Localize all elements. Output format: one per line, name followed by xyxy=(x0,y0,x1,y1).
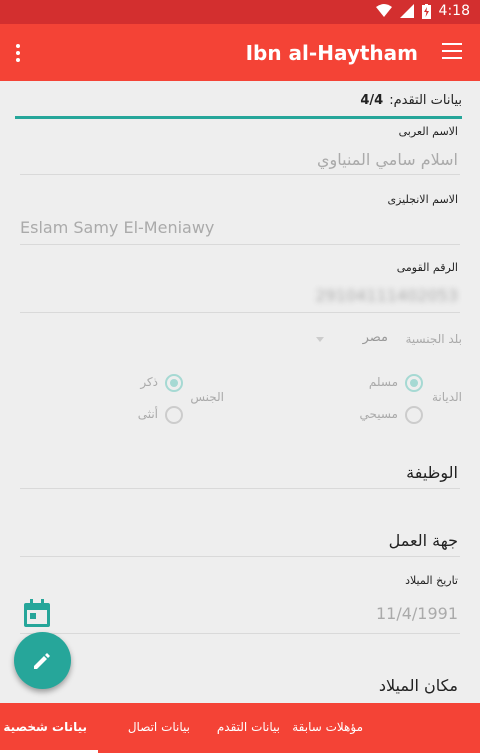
battery-charging-icon xyxy=(421,3,431,19)
english-name-field[interactable]: Eslam Samy El-Meniawy xyxy=(20,218,214,237)
progress-value: 4/4 xyxy=(360,93,384,108)
english-name-label: الاسم الانجليزى xyxy=(387,193,459,206)
national-id-label: الرقم القومى xyxy=(396,261,458,274)
religion-label: الديانة xyxy=(431,390,462,404)
app-title: Ibn al-Haytham xyxy=(245,41,418,65)
gender-radio-male[interactable] xyxy=(165,374,183,392)
tab-contact-data[interactable]: بيانات اتصال xyxy=(128,720,190,734)
progress-divider xyxy=(15,116,462,119)
job-underline xyxy=(20,488,460,489)
job-field[interactable]: الوظيفة xyxy=(406,463,458,482)
hamburger-menu-icon[interactable] xyxy=(442,43,462,61)
edit-fab-button[interactable] xyxy=(14,632,71,689)
employer-underline xyxy=(20,556,460,557)
birthdate-field[interactable]: 11/4/1991 xyxy=(376,604,458,623)
religion-radio-muslim[interactable] xyxy=(405,374,423,392)
arabic-name-field[interactable]: اسلام سامي المنياوي xyxy=(317,150,458,169)
religion-radio-christian[interactable] xyxy=(405,406,423,424)
status-time: 4:18 xyxy=(438,3,470,19)
employer-field[interactable]: جهة العمل xyxy=(389,531,458,550)
arabic-name-label: الاسم العربى xyxy=(398,125,458,138)
gender-option-male: ذكر xyxy=(140,375,158,389)
personal-data-form: بيانات التقدم: 4/4 الاسم العربى اسلام سام… xyxy=(0,81,480,703)
progress-indicator: بيانات التقدم: 4/4 xyxy=(360,93,462,108)
gender-label: الجنس xyxy=(190,390,224,404)
nationality-label: بلد الجنسية xyxy=(405,332,462,346)
progress-label: بيانات التقدم: xyxy=(389,93,462,108)
national-id-underline xyxy=(20,312,460,313)
pencil-icon xyxy=(34,653,50,669)
tab-application-data[interactable]: بيانات التقدم xyxy=(217,720,280,734)
religion-option-muslim: مسلم xyxy=(368,375,398,389)
birthdate-underline xyxy=(20,633,460,634)
signal-icon xyxy=(399,4,414,18)
birthplace-field[interactable]: مكان الميلاد xyxy=(379,676,458,695)
gender-option-female: أنثى xyxy=(137,407,158,421)
bottom-tab-bar: بيانات شخصية بيانات اتصال بيانات التقدم … xyxy=(0,703,480,753)
english-name-underline xyxy=(20,244,460,245)
national-id-field[interactable]: 29104111402053 xyxy=(315,286,458,305)
religion-option-christian: مسيحي xyxy=(359,407,398,421)
calendar-icon[interactable] xyxy=(22,598,52,628)
dropdown-arrow-icon[interactable] xyxy=(316,337,324,342)
overflow-menu-icon[interactable] xyxy=(16,44,22,62)
wifi-icon xyxy=(375,4,392,17)
arabic-name-underline xyxy=(20,174,460,175)
tab-personal-data[interactable]: بيانات شخصية xyxy=(3,720,87,734)
status-bar: 4:18 xyxy=(0,0,480,24)
app-bar: Ibn al-Haytham xyxy=(0,24,480,81)
tab-previous-qualifications[interactable]: مؤهلات سابقة xyxy=(292,720,363,734)
nationality-select[interactable]: مصر xyxy=(363,330,388,345)
birthdate-label: تاريخ الميلاد xyxy=(405,574,458,587)
gender-radio-female[interactable] xyxy=(165,406,183,424)
